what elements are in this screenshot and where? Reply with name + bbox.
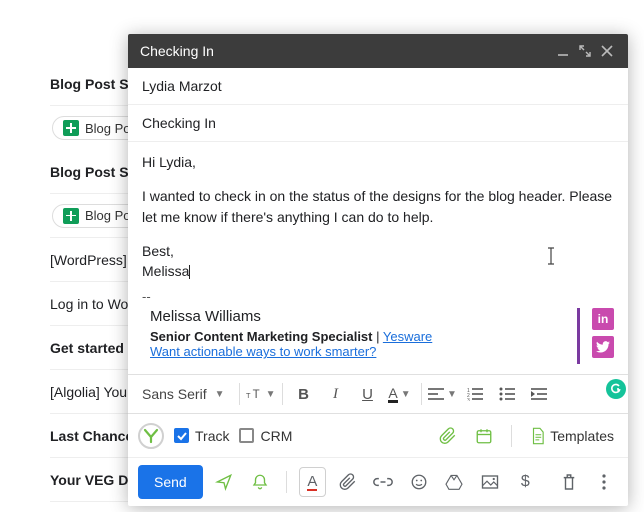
crm-checkbox[interactable]: CRM [239,428,292,444]
track-label: Track [195,428,229,444]
emoji-button[interactable] [405,467,432,497]
font-size-button[interactable]: TT ▼ [246,379,276,409]
chevron-down-icon: ▼ [447,389,457,400]
list-item-label: Get started [50,340,124,356]
align-button[interactable]: ▼ [428,379,458,409]
text-caret [189,265,190,279]
compose-window: Checking In Lydia Marzot Checking In Hi … [128,34,628,506]
signature-separator: -- [128,289,628,304]
expand-button[interactable] [574,45,596,57]
text-color-button[interactable]: A ▼ [385,379,415,409]
svg-text:T: T [252,390,259,402]
crm-label: CRM [260,428,292,444]
insert-link-button[interactable] [370,467,397,497]
svg-text:T: T [246,392,251,401]
font-select-label: Sans Serif [142,386,207,402]
list-item-label: [Algolia] Your [50,384,132,400]
twitter-icon[interactable] [592,336,614,358]
reminder-button[interactable] [246,467,273,497]
send-toolbar: Send A [128,458,628,506]
subject-value: Checking In [142,115,216,131]
list-item-label: Last Chance [50,428,133,444]
sheets-icon [63,208,79,224]
yesware-toolbar: Track CRM Templates [128,414,628,458]
chevron-down-icon: ▼ [266,389,276,400]
compose-titlebar[interactable]: Checking In [128,34,628,68]
list-item-label: [WordPress] [50,252,127,268]
templates-label: Templates [550,428,614,444]
format-toolbar: Sans Serif ▼ TT ▼ B I U A ▼ ▼ 123 [128,374,628,414]
dollar-icon: $ [521,473,530,491]
discard-draft-button[interactable] [555,467,582,497]
signature-name: Melissa Williams [150,308,565,325]
more-options-button[interactable] [590,467,617,497]
body-greeting: Hi Lydia, [142,152,614,172]
attach-file-button[interactable] [435,427,461,445]
attach-button[interactable] [334,467,361,497]
signature-secondary-link[interactable]: Want actionable ways to work smarter? [150,344,376,359]
chevron-down-icon: ▼ [401,389,411,400]
body-main: I wanted to check in on the status of th… [142,186,614,227]
indent-button[interactable] [524,379,554,409]
signature-pipe: | [373,329,383,344]
compose-title: Checking In [140,43,214,59]
signature-company-link[interactable]: Yesware [383,329,432,344]
minimize-button[interactable] [552,45,574,57]
signature-title: Senior Content Marketing Specialist [150,329,373,344]
recipient-field[interactable]: Lydia Marzot [128,68,628,105]
bullet-list-button[interactable] [492,379,522,409]
signature-divider [577,308,580,364]
grammarly-icon[interactable] [606,379,626,399]
bold-button[interactable]: B [289,379,319,409]
italic-button[interactable]: I [321,379,351,409]
sheets-icon [63,120,79,136]
message-body[interactable]: Hi Lydia, I wanted to check in on the st… [128,142,628,289]
signature-block: Melissa Williams Senior Content Marketin… [128,304,628,374]
body-signoff2: Melissa [142,263,189,279]
send-button[interactable]: Send [138,465,203,499]
underline-button[interactable]: U [353,379,383,409]
recipient-value: Lydia Marzot [142,78,222,94]
yesware-logo-icon[interactable] [138,423,164,449]
send-later-button[interactable] [211,467,238,497]
track-checkbox[interactable]: Track [174,428,229,444]
svg-text:3: 3 [467,398,470,401]
font-select[interactable]: Sans Serif ▼ [134,386,233,402]
schedule-button[interactable] [471,427,497,445]
drive-button[interactable] [441,467,468,497]
text-color-sendbar-button[interactable]: A [299,467,327,497]
numbered-list-button[interactable]: 123 [460,379,490,409]
confidential-mode-button[interactable]: $ [512,467,539,497]
text-cursor-icon [546,246,556,272]
linkedin-icon[interactable]: in [592,308,614,330]
insert-image-button[interactable] [476,467,503,497]
body-signoff1: Best, [142,243,174,259]
templates-button[interactable]: Templates [526,427,618,445]
close-button[interactable] [596,45,618,57]
chevron-down-icon: ▼ [215,389,225,400]
subject-field[interactable]: Checking In [128,105,628,142]
